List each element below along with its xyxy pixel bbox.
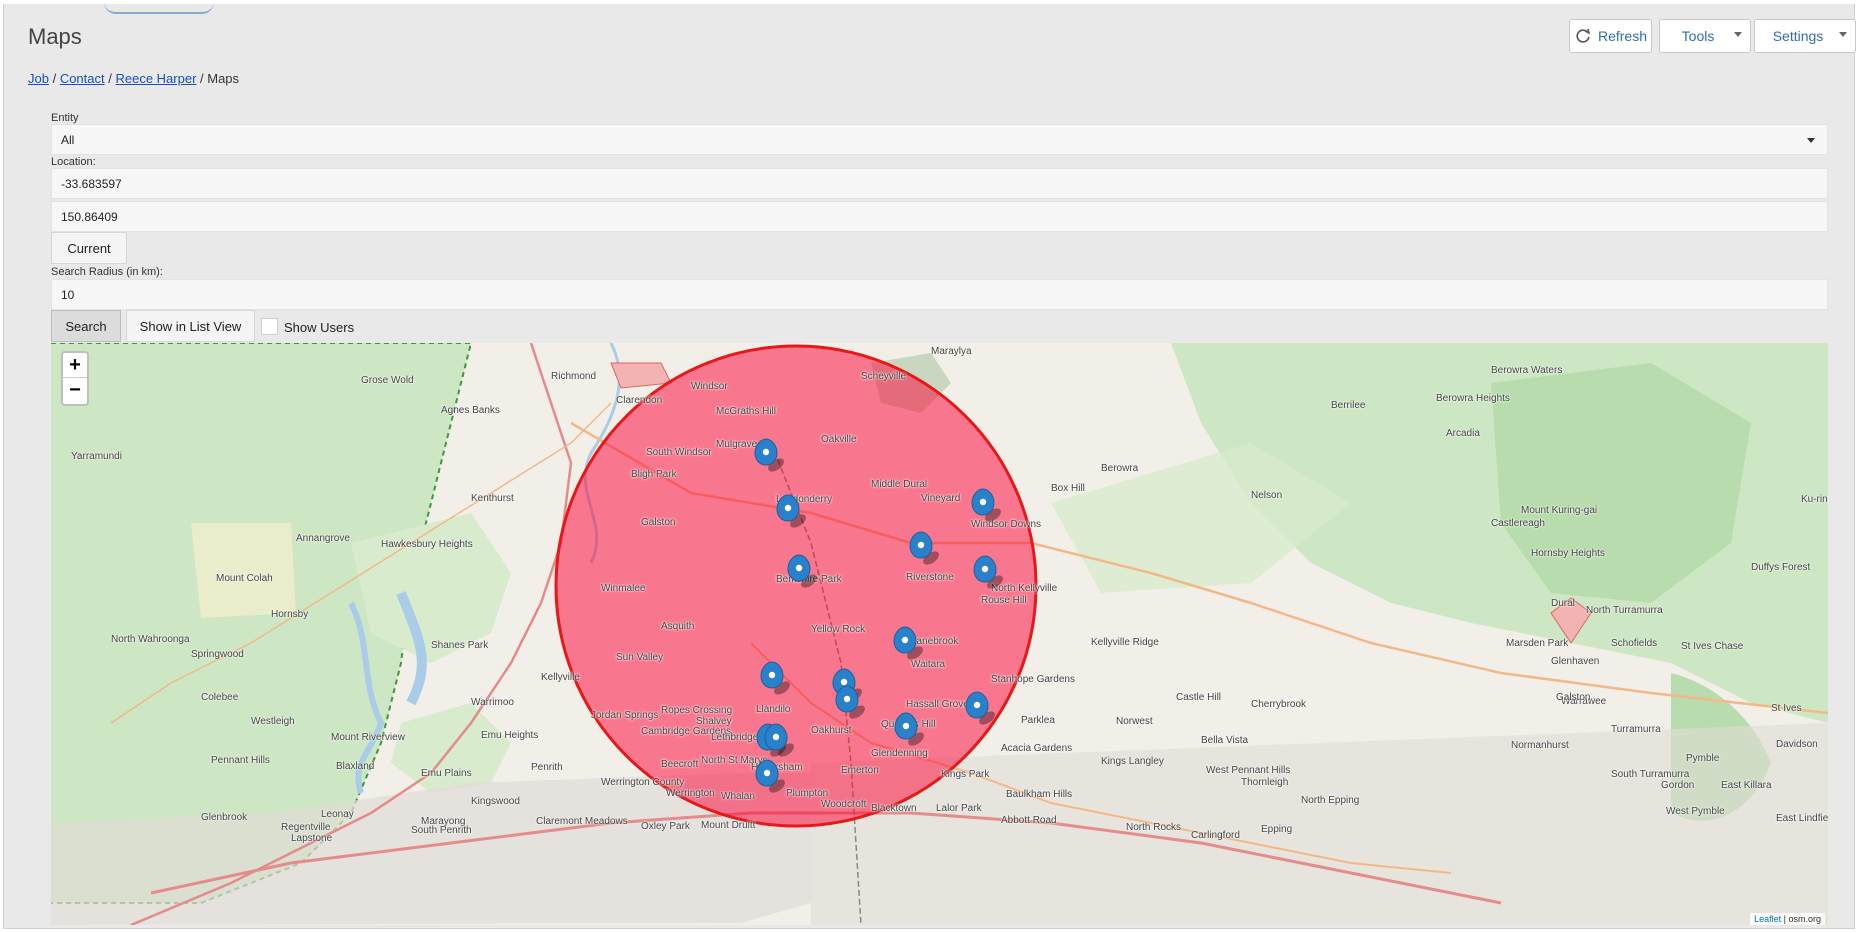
map-marker-pin[interactable]	[760, 661, 792, 697]
map-marker-pin[interactable]	[787, 554, 819, 590]
entity-select[interactable]: All	[51, 124, 1828, 155]
map-marker-pin[interactable]	[835, 685, 867, 721]
show-users-checkbox[interactable]	[261, 318, 278, 335]
breadcrumb-separator: /	[104, 71, 116, 86]
map-markers[interactable]	[51, 343, 1828, 925]
tools-dropdown-button[interactable]: Tools	[1659, 19, 1751, 53]
map-marker-pin[interactable]	[755, 759, 787, 795]
current-location-button[interactable]: Current	[51, 232, 127, 264]
location-label: Location:	[51, 156, 96, 168]
chevron-down-icon	[1807, 138, 1815, 143]
breadcrumb-contact[interactable]: Contact	[60, 71, 105, 86]
map-view[interactable]: Maraylya Grose Wold Richmond Clarendon Winds…	[51, 343, 1828, 925]
map-marker-pin[interactable]	[973, 555, 1005, 591]
radius-value: 10	[61, 287, 75, 302]
map-marker-pin[interactable]	[776, 494, 808, 530]
app-window: Maps Refresh Tools Settings Job / Contac…	[0, 0, 1857, 933]
breadcrumb-current: Maps	[207, 71, 240, 86]
map-marker-pin[interactable]	[971, 488, 1003, 524]
breadcrumb: Job / Contact / Reece Harper / Maps	[28, 71, 239, 86]
refresh-icon	[1576, 28, 1591, 43]
leaflet-link[interactable]: Leaflet	[1754, 914, 1781, 924]
zoom-control: + −	[61, 351, 89, 406]
map-marker-pin[interactable]	[764, 723, 796, 759]
map-marker-pin[interactable]	[965, 691, 997, 727]
map-marker-pin[interactable]	[909, 531, 941, 567]
entity-select-value: All	[61, 132, 75, 147]
tools-label: Tools	[1681, 28, 1715, 44]
list-view-button[interactable]: Show in List View	[126, 310, 255, 342]
longitude-value: 150.86409	[61, 209, 118, 224]
breadcrumb-job[interactable]: Job	[28, 71, 49, 86]
chevron-down-icon	[1734, 32, 1742, 37]
map-attribution: Leaflet | osm.org	[1750, 913, 1825, 925]
page-title: Maps	[28, 24, 82, 49]
breadcrumb-separator: /	[48, 71, 60, 86]
breadcrumb-separator: /	[196, 71, 208, 86]
radius-input[interactable]: 10	[51, 279, 1828, 310]
show-users-label: Show Users	[284, 320, 355, 335]
refresh-button[interactable]: Refresh	[1569, 19, 1652, 53]
zoom-in-button[interactable]: +	[63, 353, 87, 378]
osm-link[interactable]: osm.org	[1788, 914, 1821, 924]
map-marker-pin[interactable]	[754, 438, 786, 474]
map-marker-pin[interactable]	[893, 626, 925, 662]
zoom-out-button[interactable]: −	[63, 378, 87, 403]
breadcrumb-reece-harper[interactable]: Reece Harper	[115, 71, 196, 86]
entity-label: Entity	[51, 112, 79, 124]
refresh-label: Refresh	[1597, 28, 1648, 44]
logo	[104, 2, 214, 14]
radius-label: Search Radius (in km):	[51, 266, 163, 278]
latitude-value: -33.683597	[61, 176, 122, 191]
map-marker-pin[interactable]	[894, 712, 926, 748]
settings-label: Settings	[1772, 28, 1824, 44]
longitude-input[interactable]: 150.86409	[51, 201, 1828, 232]
latitude-input[interactable]: -33.683597	[51, 168, 1828, 199]
settings-dropdown-button[interactable]: Settings	[1754, 19, 1856, 53]
chevron-down-icon	[1839, 32, 1847, 37]
search-button[interactable]: Search	[51, 310, 121, 342]
